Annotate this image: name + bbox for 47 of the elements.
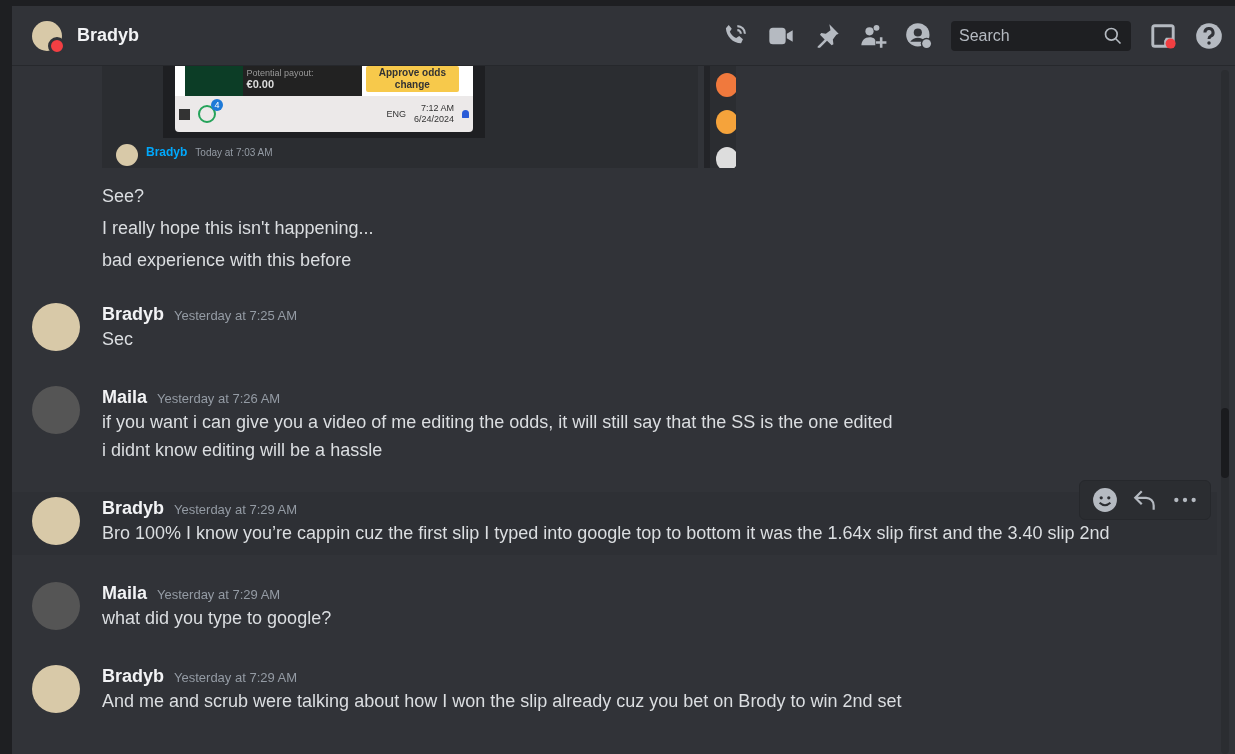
taskbar-date: 6/24/2024	[413, 114, 454, 125]
message-text: i didnt know editing will be a hassle	[102, 439, 384, 462]
timestamp: Yesterday at 7:25 AM	[174, 308, 298, 323]
timestamp: Yesterday at 7:29 AM	[174, 670, 298, 685]
timestamp: Yesterday at 7:26 AM	[157, 391, 281, 406]
payout-value: €0.00	[246, 78, 276, 90]
channel-title: Bradyb	[77, 25, 139, 46]
author-name[interactable]: Maila	[102, 583, 148, 604]
timestamp: Yesterday at 7:29 AM	[157, 587, 281, 602]
scrollbar-thumb[interactable]	[1221, 408, 1229, 478]
quoted-timestamp: Today at 7:03 AM	[195, 146, 273, 160]
emoji-icon[interactable]	[1092, 487, 1118, 513]
help-icon[interactable]	[1195, 21, 1223, 50]
avatar	[716, 110, 736, 134]
message-text: what did you type to google?	[102, 607, 333, 630]
approve-odds-button: Approve odds change	[365, 66, 459, 92]
message-text: I really hope this isn't happening...	[102, 217, 375, 240]
message-text: bad experience with this before	[102, 249, 353, 272]
notification-badge: 4	[211, 99, 223, 111]
sticky-note-icon	[179, 108, 190, 120]
language-indicator: ENG	[386, 109, 406, 119]
user-avatar[interactable]	[32, 497, 80, 545]
message-text: See?	[102, 185, 146, 208]
user-profile-icon[interactable]	[905, 21, 933, 50]
bell-icon	[462, 110, 469, 118]
user-avatar[interactable]	[32, 20, 62, 51]
message-text: And me and scrub were talking about how I won the slip already cuz you bet on Brody to win 2nd set	[102, 690, 903, 713]
quoted-author: Bradyb	[146, 144, 188, 160]
taskbar-time: 7:12 AM	[420, 103, 454, 114]
inbox-icon[interactable]	[1149, 21, 1177, 50]
author-name[interactable]: Bradyb	[102, 666, 164, 687]
avatar	[716, 147, 736, 168]
search-field[interactable]: Search	[951, 20, 1131, 51]
user-avatar[interactable]	[32, 303, 80, 351]
author-name[interactable]: Bradyb	[102, 304, 164, 325]
avatar	[716, 73, 736, 97]
author-name[interactable]: Bradyb	[102, 498, 164, 519]
message-text: if you want i can give you a video of me editing the odds, it will still say that the SS is the one edited	[102, 411, 894, 434]
user-avatar[interactable]	[32, 665, 80, 713]
message-text: Sec	[102, 328, 135, 351]
timestamp: Yesterday at 7:29 AM	[174, 502, 298, 517]
payout-label: Potential payout:	[246, 68, 315, 78]
betting-panel	[185, 66, 243, 96]
search-icon	[1103, 25, 1123, 46]
avatar	[116, 144, 138, 166]
message-text: Bro 100% I know you’re cappin cuz the first slip I typed into google top to bottom it was the 1.64x slip first and the 3.40 slip 2nd	[102, 522, 1111, 545]
author-name[interactable]: Maila	[102, 387, 148, 408]
